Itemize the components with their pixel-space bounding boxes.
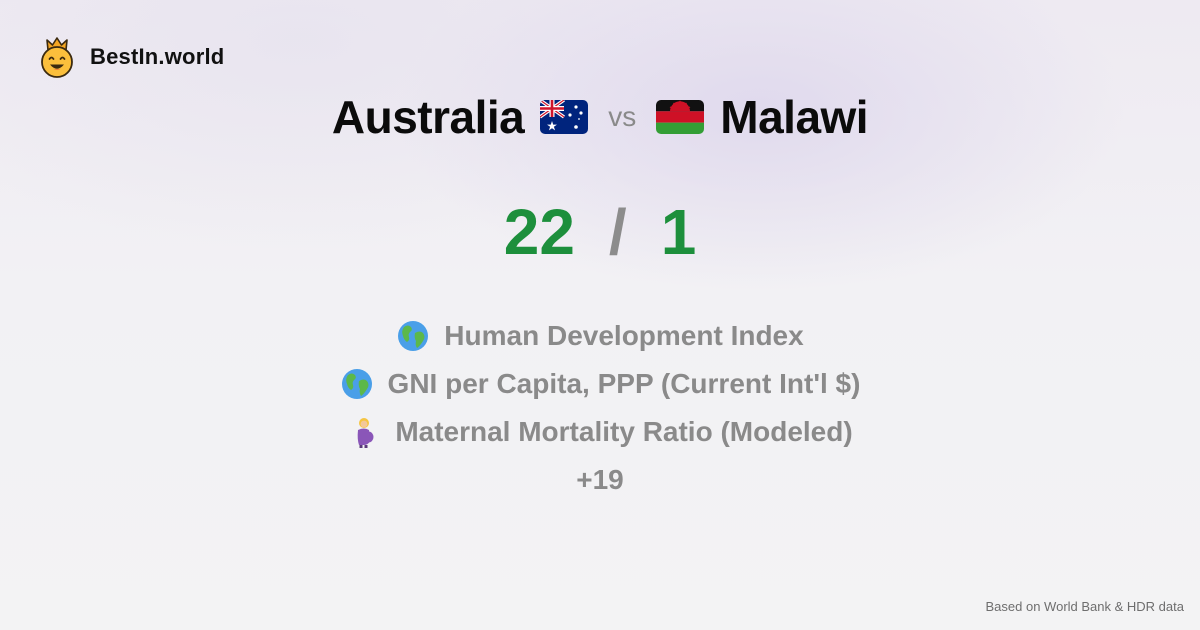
globe-icon xyxy=(398,321,429,351)
brand-name: BestIn.world xyxy=(90,44,225,69)
right-country-name[interactable]: Malawi xyxy=(720,90,868,144)
metric-label: Maternal Mortality Ratio (Modeled) xyxy=(395,416,853,447)
right-score: 1 xyxy=(660,196,697,268)
malawi-flag-icon xyxy=(656,100,705,134)
australia-flag-icon xyxy=(540,100,589,134)
score-separator: / xyxy=(608,196,627,268)
brand[interactable]: BestIn.world xyxy=(38,36,224,78)
vs-label: vs xyxy=(608,101,637,132)
metric-item: GNI per Capita, PPP (Current Int'l $) xyxy=(340,360,861,408)
metric-item: Human Development Index xyxy=(396,312,804,360)
metric-item: Maternal Mortality Ratio (Modeled) xyxy=(347,408,853,456)
more-metrics-count[interactable]: +19 xyxy=(576,456,624,504)
metric-list: Human Development Index GNI per Capita, … xyxy=(0,312,1200,504)
left-score: 22 xyxy=(503,196,575,268)
pregnant-woman-icon xyxy=(357,418,374,448)
comparison-title: Australia vs Malawi xyxy=(0,86,1200,148)
crowned-smiley-icon xyxy=(41,37,73,78)
metric-label: GNI per Capita, PPP (Current Int'l $) xyxy=(387,368,861,399)
metric-label: Human Development Index xyxy=(444,320,804,351)
left-country-name[interactable]: Australia xyxy=(332,90,525,144)
score-display: 22 / 1 xyxy=(0,192,1200,272)
globe-icon xyxy=(341,369,372,399)
data-source-note: Based on World Bank & HDR data xyxy=(985,599,1184,614)
